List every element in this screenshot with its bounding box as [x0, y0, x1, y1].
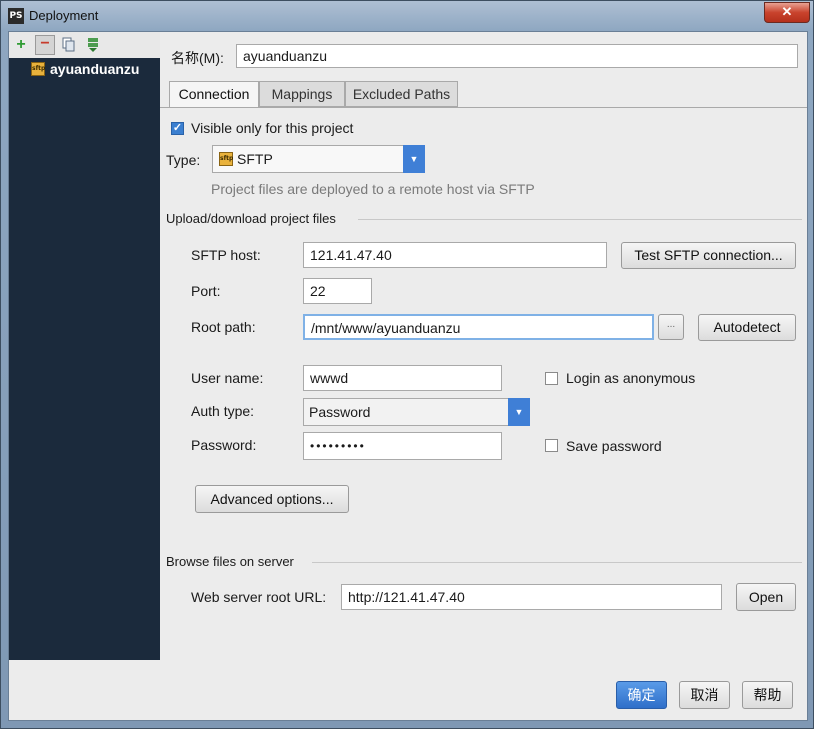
server-name-input[interactable]: ayuanduanzu — [236, 44, 798, 68]
open-url-button[interactable]: Open — [736, 583, 796, 611]
sftp-host-input[interactable]: 121.41.47.40 — [303, 242, 607, 268]
title-bar[interactable]: PS Deployment ✕ — [1, 1, 813, 31]
login-anonymous-checkbox[interactable] — [545, 372, 558, 385]
window-title: Deployment — [29, 8, 99, 23]
type-label: Type: — [166, 152, 201, 168]
help-button[interactable]: 帮助 — [742, 681, 793, 709]
connection-tab-panel: ✓ Visible only for this project Type: sf… — [160, 107, 807, 661]
root-path-label: Root path: — [191, 319, 256, 335]
upload-section-title: Upload/download project files — [166, 211, 336, 226]
save-password-checkbox[interactable] — [545, 439, 558, 452]
root-path-input[interactable]: /mnt/www/ayuanduanzu — [303, 314, 654, 340]
tab-connection[interactable]: Connection — [169, 81, 259, 108]
chevron-down-icon[interactable]: ▼ — [508, 398, 530, 426]
visible-only-label: Visible only for this project — [191, 120, 354, 136]
browse-section-divider — [312, 562, 802, 563]
ok-button[interactable]: 确定 — [616, 681, 667, 709]
save-password-label: Save password — [566, 438, 662, 454]
close-button[interactable]: ✕ — [764, 2, 810, 23]
login-anonymous-label: Login as anonymous — [566, 370, 696, 386]
autodetect-button[interactable]: Autodetect — [698, 314, 796, 341]
copy-server-icon[interactable] — [59, 35, 79, 55]
deployment-dialog: PS Deployment ✕ + − sftp ayuanduanzu 名称(… — [0, 0, 814, 729]
web-root-url-label: Web server root URL: — [191, 589, 327, 605]
server-list-toolbar: + − — [9, 32, 160, 58]
upload-section-divider — [358, 219, 802, 220]
sftp-server-icon: sftp — [31, 62, 45, 76]
server-list-item[interactable]: sftp ayuanduanzu — [9, 60, 160, 80]
password-label: Password: — [191, 437, 257, 453]
port-label: Port: — [191, 283, 221, 299]
tab-mappings[interactable]: Mappings — [259, 81, 345, 107]
server-settings-panel: 名称(M): ayuanduanzu Connection Mappings E… — [160, 32, 807, 660]
auth-type-label: Auth type: — [191, 403, 255, 419]
name-label: 名称(M): — [171, 50, 224, 66]
type-select-value: SFTP — [237, 151, 273, 167]
password-input[interactable]: ••••••••• — [303, 432, 502, 460]
type-select[interactable]: sftp SFTP ▼ — [212, 145, 425, 173]
browse-section-title: Browse files on server — [166, 554, 294, 569]
advanced-options-button[interactable]: Advanced options... — [195, 485, 349, 513]
visible-only-checkbox[interactable]: ✓ — [171, 122, 184, 135]
remove-server-icon[interactable]: − — [35, 35, 55, 55]
cancel-button[interactable]: 取消 — [679, 681, 730, 709]
use-as-default-icon[interactable] — [83, 35, 103, 55]
web-root-url-input[interactable]: http://121.41.47.40 — [341, 584, 722, 610]
auth-type-value: Password — [309, 404, 371, 420]
dialog-body: + − sftp ayuanduanzu 名称(M): ayuanduanzu … — [8, 31, 808, 721]
sftp-host-label: SFTP host: — [191, 247, 261, 263]
port-input[interactable]: 22 — [303, 278, 372, 304]
sftp-type-icon: sftp — [219, 152, 233, 166]
user-name-label: User name: — [191, 370, 264, 386]
auth-type-select[interactable]: Password ▼ — [303, 398, 530, 426]
browse-root-path-button[interactable]: ... — [658, 314, 684, 340]
user-name-input[interactable]: wwwd — [303, 365, 502, 391]
server-list-item-label: ayuanduanzu — [50, 61, 140, 77]
add-server-icon[interactable]: + — [11, 35, 31, 55]
type-hint: Project files are deployed to a remote h… — [211, 181, 535, 197]
chevron-down-icon[interactable]: ▼ — [403, 145, 425, 173]
test-connection-button[interactable]: Test SFTP connection... — [621, 242, 796, 269]
phpstorm-icon: PS — [8, 8, 24, 24]
tab-excluded-paths[interactable]: Excluded Paths — [345, 81, 458, 107]
server-list-panel: + − sftp ayuanduanzu — [9, 32, 160, 660]
